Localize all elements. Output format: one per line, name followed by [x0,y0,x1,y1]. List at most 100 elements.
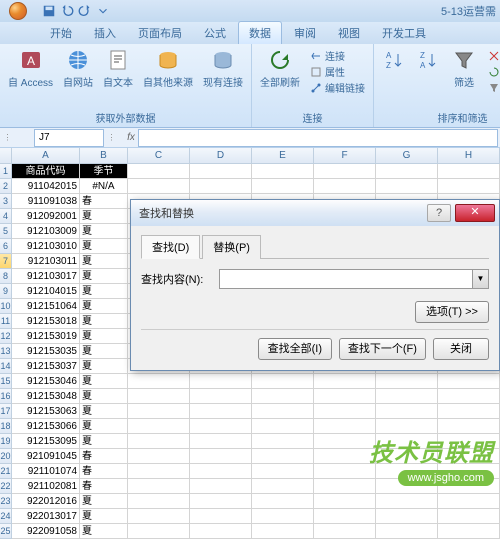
cell[interactable] [314,404,376,419]
find-dropdown-icon[interactable]: ▼ [472,270,488,288]
cell[interactable] [252,419,314,434]
row-header[interactable]: 18 [0,419,12,434]
cell[interactable] [252,449,314,464]
cell[interactable]: 夏 [80,434,128,449]
cell[interactable] [314,464,376,479]
cell[interactable]: 夏 [80,269,128,284]
row-header[interactable]: 24 [0,509,12,524]
cell[interactable]: 夏 [80,209,128,224]
cell[interactable] [128,494,190,509]
cell[interactable] [376,164,438,179]
dialog-titlebar[interactable]: 查找和替换 ? ✕ [131,200,499,226]
col-header-H[interactable]: H [438,148,500,163]
cell[interactable] [190,389,252,404]
existing-conn-button[interactable]: 现有连接 [199,46,247,108]
cell[interactable] [252,164,314,179]
office-button[interactable] [0,0,36,22]
cell[interactable] [128,464,190,479]
cell[interactable]: 夏 [80,344,128,359]
row-header[interactable]: 7 [0,254,12,269]
row-header[interactable]: 19 [0,434,12,449]
col-header-E[interactable]: E [252,148,314,163]
cell[interactable] [190,524,252,539]
close-button[interactable]: 关闭 [433,338,489,360]
tab-view[interactable]: 视图 [328,22,370,44]
save-icon[interactable] [42,4,56,18]
cell[interactable] [128,419,190,434]
cell[interactable] [128,434,190,449]
cell[interactable] [438,494,500,509]
cell[interactable] [190,419,252,434]
row-header[interactable]: 10 [0,299,12,314]
row-header[interactable]: 13 [0,344,12,359]
cell[interactable]: 夏 [80,299,128,314]
cell[interactable]: 921091045 [12,449,80,464]
cell[interactable]: 夏 [80,494,128,509]
cell[interactable] [376,179,438,194]
row-header[interactable]: 5 [0,224,12,239]
tab-formulas[interactable]: 公式 [194,22,236,44]
cell[interactable] [190,404,252,419]
cell[interactable] [252,179,314,194]
cell[interactable] [252,524,314,539]
edit-links-item[interactable]: 编辑链接 [310,80,365,95]
tab-review[interactable]: 审阅 [284,22,326,44]
cell[interactable] [314,494,376,509]
cell[interactable] [128,164,190,179]
cell[interactable]: 922012016 [12,494,80,509]
cell[interactable] [438,164,500,179]
cell[interactable] [376,494,438,509]
cell[interactable] [190,434,252,449]
row-header[interactable]: 11 [0,314,12,329]
redo-icon[interactable] [78,4,92,18]
cell[interactable] [252,464,314,479]
cell[interactable]: 912153066 [12,419,80,434]
select-all-corner[interactable] [0,148,12,163]
row-header[interactable]: 22 [0,479,12,494]
cell[interactable] [252,434,314,449]
reapply-item[interactable]: 重新应用 [488,64,500,79]
cell[interactable]: 夏 [80,389,128,404]
cell[interactable] [190,494,252,509]
cell[interactable]: 912153063 [12,404,80,419]
cell[interactable] [314,434,376,449]
row-header[interactable]: 6 [0,239,12,254]
tab-pagelayout[interactable]: 页面布局 [128,22,192,44]
cell[interactable]: 912153019 [12,329,80,344]
row-header[interactable]: 23 [0,494,12,509]
col-header-C[interactable]: C [128,148,190,163]
cell[interactable] [252,389,314,404]
cell[interactable]: 911091038 [12,194,80,209]
dialog-help-button[interactable]: ? [427,204,451,222]
row-header[interactable]: 16 [0,389,12,404]
cell[interactable] [252,509,314,524]
row-header[interactable]: 8 [0,269,12,284]
cell[interactable]: 夏 [80,314,128,329]
find-all-button[interactable]: 查找全部(I) [258,338,332,360]
cell[interactable]: 912151064 [12,299,80,314]
cell[interactable] [128,404,190,419]
tab-home[interactable]: 开始 [40,22,82,44]
row-header[interactable]: 25 [0,524,12,539]
cell[interactable] [314,179,376,194]
row-header[interactable]: 21 [0,464,12,479]
col-header-G[interactable]: G [376,148,438,163]
row-header[interactable]: 14 [0,359,12,374]
cell[interactable] [128,509,190,524]
find-next-button[interactable]: 查找下一个(F) [339,338,426,360]
cell[interactable] [438,179,500,194]
cell[interactable]: 912103011 [12,254,80,269]
cell[interactable] [252,479,314,494]
qat-dropdown-icon[interactable] [96,4,110,18]
row-header[interactable]: 3 [0,194,12,209]
from-text-button[interactable]: 自文本 [99,46,137,108]
name-box[interactable]: J7 [34,129,104,147]
cell[interactable] [314,479,376,494]
filter-button[interactable]: 筛选 [446,46,482,108]
cell[interactable]: 春 [80,479,128,494]
cell[interactable]: 922013017 [12,509,80,524]
row-header[interactable]: 2 [0,179,12,194]
tab-data[interactable]: 数据 [238,21,282,44]
cell[interactable] [128,179,190,194]
sort-desc-button[interactable]: ZA [412,46,444,108]
